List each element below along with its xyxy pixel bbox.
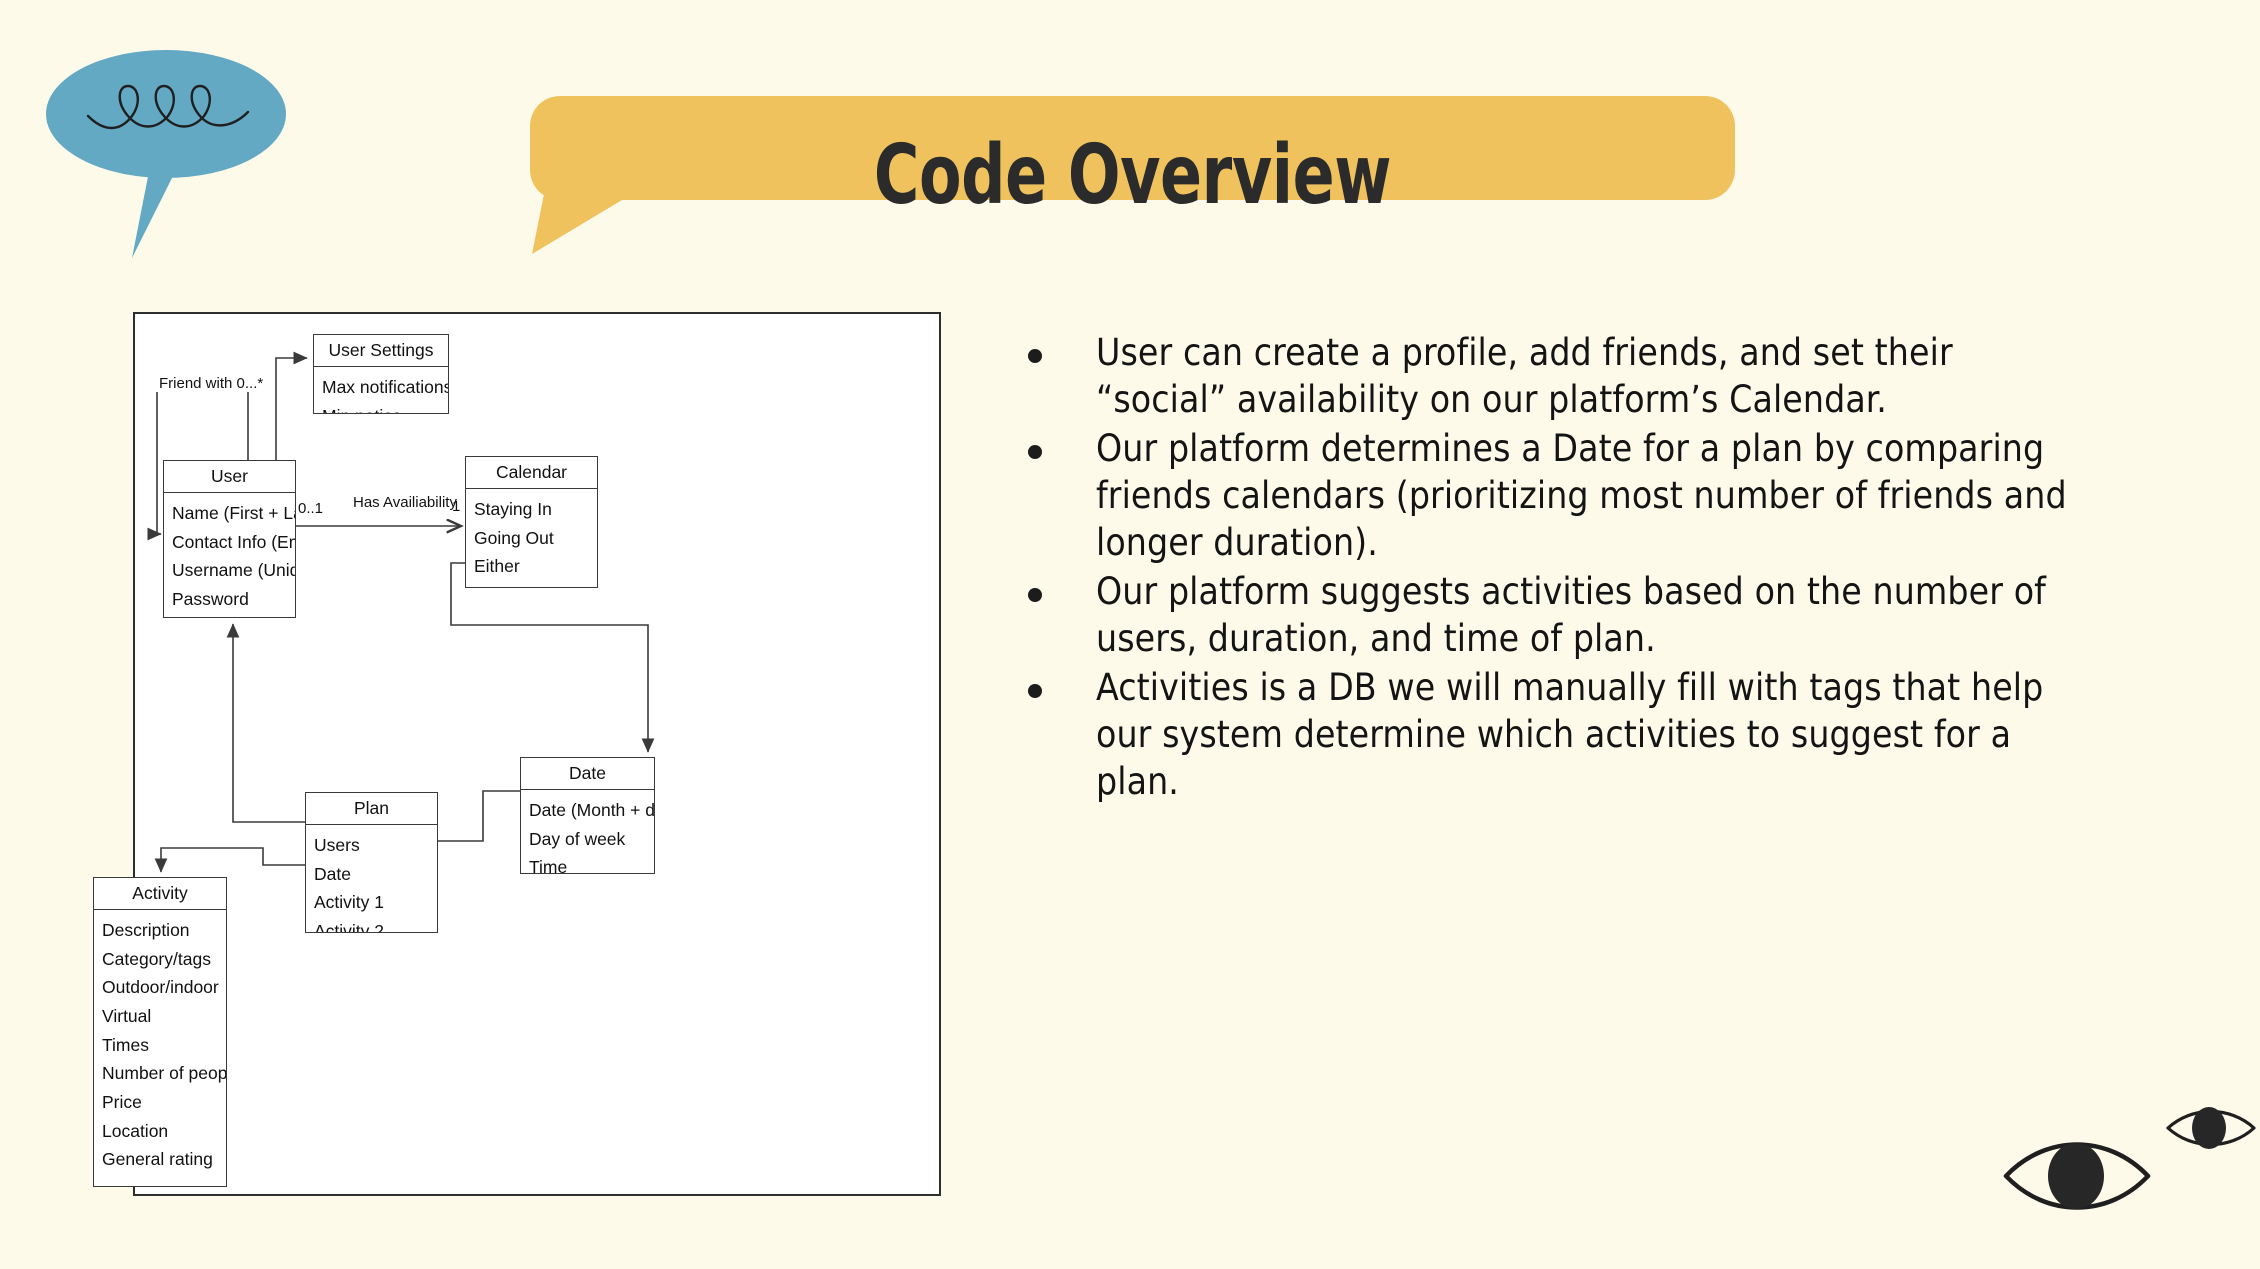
- uml-attr-list: Date (Month + day) Day of week Time Dura…: [521, 790, 654, 874]
- uml-class-title: Activity: [94, 878, 226, 911]
- uml-attr: Username (Unique ID): [172, 560, 295, 581]
- uml-attr: Date (Month + day): [529, 800, 654, 821]
- list-item: Our platform suggests activities based o…: [1028, 569, 2068, 663]
- edge-label-friend-with: Friend with 0...*: [156, 375, 267, 392]
- bullet-dot-icon: [1028, 587, 1042, 602]
- bullet-dot-icon: [1028, 349, 1042, 363]
- bullet-text: User can create a profile, add friends, …: [1096, 331, 1953, 421]
- list-item: User can create a profile, add friends, …: [1028, 330, 2068, 424]
- uml-attr: General rating: [102, 1149, 213, 1170]
- bullet-text: Our platform suggests activities based o…: [1096, 569, 2046, 660]
- uml-attr: Time: [529, 857, 568, 874]
- uml-attr: Outdoor/indoor: [102, 977, 219, 998]
- uml-attr: Description: [102, 920, 190, 941]
- uml-class-title: Date: [521, 758, 654, 791]
- uml-class-date: Date Date (Month + day) Day of week Time…: [520, 757, 655, 874]
- uml-attr: Location: [102, 1120, 169, 1141]
- uml-attr-list: Name (First + Last) Contact Info (Email,…: [164, 493, 295, 617]
- page-title: Code Overview: [873, 127, 1392, 223]
- uml-class-title: Plan: [306, 793, 437, 826]
- bullet-text: Our platform determines a Date for a pla…: [1096, 426, 2067, 564]
- uml-attr: Virtual: [102, 1006, 152, 1027]
- uml-attr-list: Users Date Activity 1 Activity 2 Activit…: [306, 825, 437, 933]
- eye-icon: [2166, 1107, 2256, 1149]
- uml-attr: Min notice: [314, 402, 448, 413]
- uml-attr: Password: [172, 589, 249, 610]
- uml-attr: Number of people: [102, 1063, 226, 1084]
- uml-attr: Location (City): [164, 614, 295, 617]
- uml-class-calendar: Calendar Staying In Going Out Either Dat…: [465, 456, 598, 588]
- uml-class-title: User: [164, 461, 295, 494]
- uml-attr: Activity 2: [314, 921, 385, 933]
- slide: Code Overview User Settings Max notifica…: [0, 0, 2260, 1264]
- bullet-dot-icon: [1028, 444, 1042, 459]
- uml-class-title: User Settings: [314, 335, 448, 368]
- uml-attr: Times: [102, 1034, 149, 1055]
- uml-attr-list: Description Category/tags Outdoor/indoor…: [94, 910, 226, 1180]
- uml-attr: Activity 1: [314, 892, 385, 913]
- uml-class-title: Calendar: [466, 457, 597, 490]
- edge-label-cardinality-user: 0..1: [298, 500, 324, 517]
- uml-attr: Price: [102, 1091, 142, 1112]
- uml-attr: Going Out: [474, 527, 554, 548]
- uml-class-plan: Plan Users Date Activity 1 Activity 2 Ac…: [305, 792, 438, 933]
- uml-attr: Contact Info (Email, Phone #: [172, 531, 295, 552]
- uml-attr: Users: [314, 835, 360, 856]
- uml-class-user-settings: User Settings Max notifications Min noti…: [313, 334, 449, 414]
- uml-attr: Category/tags: [102, 948, 211, 969]
- edge-label-cardinality-calendar: 1: [452, 498, 461, 515]
- bullet-dot-icon: [1028, 683, 1042, 698]
- edge-label-has-availability: Has Availiability: [350, 494, 460, 511]
- eyes-decoration: [1988, 1090, 2260, 1264]
- uml-attr: Day of week: [529, 828, 626, 849]
- eye-icon: [2003, 1142, 2151, 1210]
- uml-class-activity: Activity Description Category/tags Outdo…: [93, 877, 227, 1187]
- list-item: Our platform determines a Date for a pla…: [1028, 426, 2068, 567]
- speech-bubble-icon: [46, 50, 286, 258]
- uml-attr-list: Staying In Going Out Either Date *Integr…: [466, 489, 597, 587]
- uml-attr: Date: [466, 581, 597, 587]
- uml-attr: Either: [474, 556, 520, 577]
- speech-bubble-decoration: [36, 28, 326, 268]
- uml-attr: Name (First + Last): [172, 503, 295, 524]
- uml-diagram-panel: User Settings Max notifications Min noti…: [93, 312, 941, 1196]
- uml-attr: Max notifications: [322, 377, 448, 398]
- uml-class-user: User Name (First + Last) Contact Info (E…: [163, 460, 296, 618]
- uml-connector-lines: [147, 351, 655, 873]
- uml-attr-list: Max notifications Min notice: [314, 367, 448, 413]
- list-item: Activities is a DB we will manually fill…: [1028, 665, 2068, 806]
- uml-attr: Date: [314, 863, 351, 884]
- bullet-list: User can create a profile, add friends, …: [1028, 330, 2068, 808]
- uml-attr: Staying In: [474, 499, 552, 520]
- bullet-text: Activities is a DB we will manually fill…: [1096, 665, 2044, 803]
